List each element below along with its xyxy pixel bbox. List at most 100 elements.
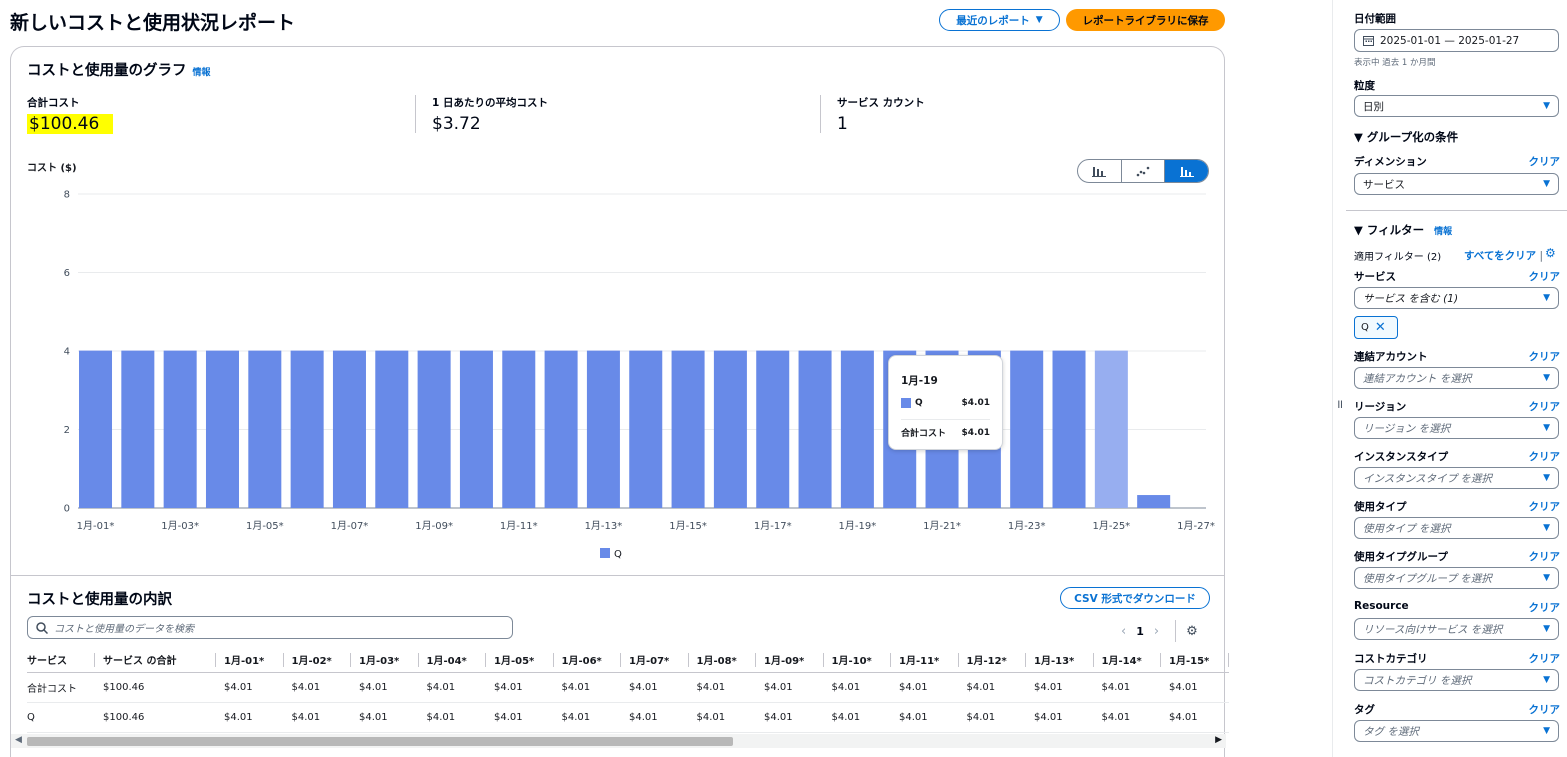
filters-section-toggle[interactable]: ▼ フィルター 情報: [1354, 222, 1452, 238]
chevron-left-icon[interactable]: ‹: [1121, 624, 1126, 639]
chart-bar: [417, 350, 451, 508]
page-number[interactable]: 1: [1136, 625, 1144, 638]
caret-down-icon: ▼: [1543, 373, 1550, 383]
column-header[interactable]: 1月-07*: [621, 648, 689, 673]
column-header[interactable]: 1月-11*: [891, 648, 959, 673]
filter-sidebar: 日付範囲 2025-01-01 — 2025-01-27 表示中 過去 1 か月…: [1346, 0, 1567, 757]
scrollbar-thumb[interactable]: [27, 737, 733, 746]
linked-account-clear-link[interactable]: クリア: [1529, 349, 1561, 364]
dimension-clear-link[interactable]: クリア: [1529, 154, 1561, 169]
breakdown-table: サービス サービス の合計 1月-01* 1月-02* 1月-03* 1月-04* 1月-0…: [27, 648, 1229, 733]
breakdown-search-input[interactable]: コストと使用量のデータを検索: [27, 616, 513, 639]
instance-type-clear-link[interactable]: クリア: [1529, 449, 1561, 464]
resource-select[interactable]: リソース向けサービス を選択 ▼: [1354, 618, 1559, 640]
column-header[interactable]: 1月-12*: [958, 648, 1026, 673]
save-to-library-button[interactable]: レポートライブラリに保存: [1066, 9, 1225, 31]
usage-type-placeholder: 使用タイプ を選択: [1363, 522, 1451, 535]
column-header[interactable]: 1月-10*: [823, 648, 891, 673]
x-tick-label: 1月-19*: [839, 520, 877, 532]
dimension-select[interactable]: サービス ▼: [1354, 173, 1559, 195]
usage-type-group-select[interactable]: 使用タイプグループ を選択 ▼: [1354, 567, 1559, 589]
column-header[interactable]: 1月-09*: [756, 648, 824, 673]
column-resizer[interactable]: [1227, 653, 1229, 667]
column-header[interactable]: 1月-01*: [216, 648, 284, 673]
region-select[interactable]: リージョン を選択 ▼: [1354, 417, 1559, 439]
service-filter-select[interactable]: サービス を含む (1) ▼: [1354, 287, 1559, 309]
chart-type-toggle: [1077, 159, 1209, 183]
scroll-right-icon[interactable]: ▶: [1215, 735, 1222, 745]
table-cell: $4.01: [553, 702, 621, 733]
filter-settings-gear-icon[interactable]: ⚙: [1545, 246, 1556, 260]
drag-handle-icon[interactable]: ॥: [1336, 395, 1343, 412]
chevron-right-icon[interactable]: ›: [1154, 624, 1159, 639]
resource-clear-link[interactable]: クリア: [1529, 600, 1561, 615]
column-header-label: 1月-14*: [1101, 656, 1142, 668]
column-header-label: 1月-01*: [224, 656, 265, 668]
chart-bar: [1137, 495, 1171, 508]
gear-icon[interactable]: ⚙: [1186, 624, 1198, 639]
chart-panel-title-text: コストと使用量のグラフ: [27, 63, 187, 79]
stacked-bar-toggle[interactable]: [1165, 160, 1208, 182]
x-tick-label: 1月-01*: [77, 520, 115, 532]
region-clear-link[interactable]: クリア: [1529, 399, 1561, 414]
service-clear-link[interactable]: クリア: [1529, 269, 1561, 284]
cost-category-select[interactable]: コストカテゴリ を選択 ▼: [1354, 669, 1559, 691]
table-cell: $4.01: [1026, 702, 1094, 733]
csv-download-button[interactable]: CSV 形式でダウンロード: [1060, 587, 1210, 609]
instance-type-select[interactable]: インスタンスタイプ を選択 ▼: [1354, 467, 1559, 489]
usage-type-clear-link[interactable]: クリア: [1529, 499, 1561, 514]
tag-clear-link[interactable]: クリア: [1529, 702, 1561, 717]
clear-all-filters-link[interactable]: すべてをクリア |: [1464, 248, 1543, 263]
filters-info-link[interactable]: 情報: [1434, 227, 1452, 237]
table-cell: $4.01: [216, 672, 284, 703]
breakdown-title: コストと使用量の内訳: [27, 592, 172, 608]
column-header[interactable]: 1月-03*: [351, 648, 419, 673]
tooltip-series-value: $4.01: [961, 398, 990, 408]
bar-chart-toggle[interactable]: [1078, 160, 1122, 182]
chart-bar: [375, 350, 409, 508]
table-cell: $4.01: [351, 672, 419, 703]
region-label: リージョン: [1354, 401, 1407, 413]
cost-usage-breakdown-panel: コストと使用量の内訳 CSV 形式でダウンロード コストと使用量のデータを検索 …: [10, 575, 1229, 757]
usage-type-select[interactable]: 使用タイプ を選択 ▼: [1354, 517, 1559, 539]
column-header[interactable]: 1月-14*: [1093, 648, 1161, 673]
x-tick-label: 1月-25*: [1092, 520, 1130, 532]
tooltip-total-label: 合計コスト: [901, 429, 947, 439]
table-cell: $4.01: [958, 672, 1026, 703]
column-header-label: 1月-03*: [359, 656, 400, 668]
cost-category-clear-link[interactable]: クリア: [1529, 651, 1561, 666]
horizontal-scrollbar[interactable]: ◀ ▶: [11, 734, 1226, 748]
line-chart-toggle[interactable]: [1122, 160, 1166, 182]
group-by-section-toggle[interactable]: ▼ グループ化の条件: [1354, 129, 1458, 145]
granularity-select[interactable]: 日別 ▼: [1354, 95, 1559, 117]
service-count-value: 1: [837, 114, 848, 134]
linked-account-label: 連結アカウント: [1354, 351, 1428, 363]
column-header[interactable]: サービス の合計: [95, 648, 216, 673]
metric-divider: [820, 95, 821, 133]
info-link[interactable]: 情報: [193, 68, 211, 78]
close-icon[interactable]: ✕: [1375, 320, 1386, 335]
y-axis-title: コスト ($): [27, 163, 77, 174]
x-tick-label: 1月-23*: [1008, 520, 1046, 532]
column-header[interactable]: 1月-02*: [283, 648, 351, 673]
column-header[interactable]: 1月-05*: [486, 648, 554, 673]
usage-type-group-clear-link[interactable]: クリア: [1529, 549, 1561, 564]
column-header[interactable]: サービス: [27, 648, 95, 673]
recent-reports-button[interactable]: 最近のレポート ▼: [939, 9, 1060, 31]
column-header[interactable]: 1月-08*: [688, 648, 756, 673]
table-cell: Q: [27, 702, 95, 733]
service-count-label: サービス カウント: [837, 97, 925, 109]
column-header-label: 1月-08*: [696, 656, 737, 668]
column-header[interactable]: 1月-13*: [1026, 648, 1094, 673]
linked-account-select[interactable]: 連結アカウント を選択 ▼: [1354, 367, 1559, 389]
column-header[interactable]: 1月-04*: [418, 648, 486, 673]
avg-cost-label: 1 日あたりの平均コスト: [432, 97, 548, 109]
table-row: Q $100.46 $4.01 $4.01 $4.01 $4.01 $4.01 $4.01 $4…: [27, 702, 1229, 733]
tag-select[interactable]: タグ を選択 ▼: [1354, 720, 1559, 742]
chart-bar: [1052, 350, 1086, 508]
scroll-left-icon[interactable]: ◀: [15, 735, 22, 745]
column-header[interactable]: 1月-15*: [1161, 648, 1229, 673]
clear-all-label: すべてをクリア: [1464, 250, 1537, 262]
date-range-picker[interactable]: 2025-01-01 — 2025-01-27: [1354, 29, 1559, 52]
column-header[interactable]: 1月-06*: [553, 648, 621, 673]
